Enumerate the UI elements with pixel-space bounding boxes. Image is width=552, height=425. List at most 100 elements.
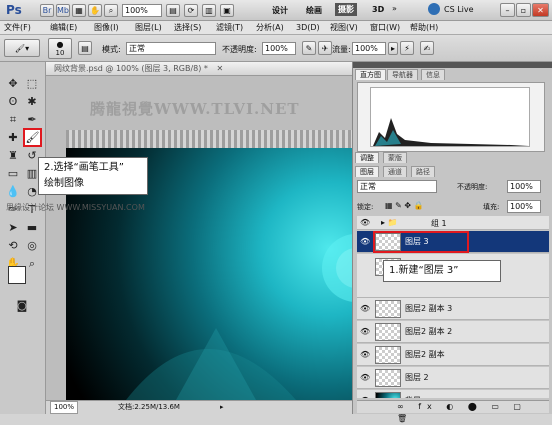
menu-view[interactable]: 视图(V) [330,22,358,34]
screen-mode-button[interactable]: ▣ [220,4,234,17]
flow-arrow-button[interactable]: ▸ [388,42,398,55]
brush-panel-button[interactable]: ▤ [78,41,92,55]
status-menu-arrow-icon[interactable]: ▸ [220,401,224,414]
close-document-icon[interactable]: ✕ [216,64,223,73]
menu-window[interactable]: 窗口(W) [370,22,400,34]
menu-help[interactable]: 帮助(H) [410,22,438,34]
minimize-button[interactable]: – [500,3,515,17]
eye-icon[interactable]: 👁 [360,218,370,227]
foreground-color-swatch[interactable] [8,266,26,284]
menu-select[interactable]: 选择(S) [174,22,201,34]
zoom-tool-button[interactable]: ⌕ [104,4,118,17]
3d-rotate-tool-icon[interactable]: ⟲ [5,238,21,254]
tab-paths[interactable]: 路径 [411,166,435,177]
tab-info[interactable]: 信息 [421,69,445,80]
eraser-tool-icon[interactable]: ▭ [5,166,21,182]
fill-field[interactable]: 100% [507,200,541,213]
cslive-icon[interactable] [428,3,440,15]
watermark-title: 腾龍視覺WWW.TLVI.NET [90,100,300,118]
mode-label: 模式: [102,45,121,54]
tab-layers[interactable]: 图层 [355,166,379,177]
crop-tool-icon[interactable]: ⌗ [5,112,21,128]
tab-channels[interactable]: 通道 [383,166,407,177]
mode-select[interactable]: 正常 [126,42,216,55]
layer-footer-icons[interactable]: ∞ fx ◐ ⬤ ▭ ▢ 🗑 [397,402,527,423]
eye-icon[interactable]: 👁 [360,373,370,382]
layer-row-layer2-copy3[interactable]: 👁 图层2 副本 3 [357,298,549,320]
opacity-field[interactable]: 100% [262,42,296,55]
layer-row-layer2-copy2[interactable]: 👁 图层2 副本 2 [357,321,549,343]
pressure-opacity-button[interactable]: ✎ [302,41,316,55]
layer-thumbnail [375,346,401,364]
blur-tool-icon[interactable]: 💧 [5,184,21,200]
zoom-select[interactable]: 100% [122,4,162,17]
airbrush-button[interactable]: ✈ [318,41,332,55]
eyedropper-tool-icon[interactable]: ✒ [24,112,40,128]
tool-preset-picker[interactable]: 🖌▾ [4,39,40,57]
workspace-design[interactable]: 设计 [272,5,288,16]
menu-filter[interactable]: 滤镜(T) [216,22,243,34]
move-tool-icon[interactable]: ✥ [5,76,21,92]
path-select-tool-icon[interactable]: ➤ [5,220,21,236]
restore-button[interactable]: ▫ [516,3,531,17]
workspace-photo[interactable]: 摄影 [335,3,357,16]
layer-row-layer3[interactable]: 👁 图层 3 [357,231,549,253]
brush-tool-icon[interactable]: 🖌 [23,128,42,147]
cslive-label[interactable]: CS Live [444,5,474,14]
minibridge-button[interactable]: Mb [56,4,70,17]
brush-tip-callout: 2.选择“画笔工具” 绘制图像 [38,157,148,195]
menu-layer[interactable]: 图层(L) [135,22,162,34]
new-layer-callout: 1.新建“图层 3” [383,260,501,282]
menu-edit[interactable]: 编辑(E) [50,22,77,34]
eye-icon[interactable]: 👁 [360,396,370,398]
workspace-3d[interactable]: 3D [372,5,384,14]
healing-tool-icon[interactable]: ✚ [5,130,21,146]
tab-navigator[interactable]: 导航器 [387,69,418,80]
grid-button[interactable]: ▤ [166,4,180,17]
document-tab[interactable]: 网纹背景.psd @ 100% (图层 3, RGB/8) * ✕ [46,62,352,76]
tab-adjustments[interactable]: 调整 [355,152,379,163]
marquee-tool-icon[interactable]: ⬚ [24,76,40,92]
layer-row-layer2[interactable]: 👁 图层 2 [357,367,549,389]
menu-analysis[interactable]: 分析(A) [256,22,284,34]
eye-icon[interactable]: 👁 [360,304,370,313]
status-zoom[interactable]: 100% [50,401,79,414]
layer-row-layer2-copy[interactable]: 👁 图层2 副本 [357,344,549,366]
lock-icons[interactable]: ▦ ✎ ✥ 🔒 [385,201,424,210]
layer-name: 图层2 副本 [405,350,445,359]
tab-histogram[interactable]: 直方图 [355,69,386,80]
zoom-tool-icon[interactable]: ⌕ [24,256,40,272]
blend-mode-select[interactable]: 正常 [357,180,437,193]
quick-select-tool-icon[interactable]: ✱ [24,94,40,110]
menu-3d[interactable]: 3D(D) [296,22,320,34]
tablet-button[interactable]: ✍ [420,41,434,55]
pressure-size-button[interactable]: ⚡ [400,41,414,55]
hand-button[interactable]: ✋ [88,4,102,17]
layer-opacity-field[interactable]: 100% [507,180,541,193]
document-title: 网纹背景.psd @ 100% (图层 3, RGB/8) * [54,64,208,73]
document-window: 网纹背景.psd @ 100% (图层 3, RGB/8) * ✕ 腾龍視覺WW… [6,62,352,414]
eye-icon[interactable]: 👁 [360,350,370,359]
stamp-tool-icon[interactable]: ♜ [5,148,21,164]
rotate-button[interactable]: ⟳ [184,4,198,17]
watermark-sub: 思缘设计论坛 WWW.MISSYUAN.COM [6,203,145,212]
close-button[interactable]: ✕ [532,3,549,17]
menu-file[interactable]: 文件(F) [4,22,31,34]
quick-mask-icon[interactable]: ◙ [14,298,30,314]
tab-masks[interactable]: 蒙版 [383,152,407,163]
lasso-tool-icon[interactable]: ʘ [5,94,21,110]
brush-preset-picker[interactable]: ● 10 [48,38,72,59]
flow-field[interactable]: 100% [352,42,386,55]
layer-row-background[interactable]: 👁 背景 [357,390,549,398]
shape-tool-icon[interactable]: ▬ [24,220,40,236]
eye-icon[interactable]: 👁 [360,327,370,336]
bridge-button[interactable]: Br [40,4,54,17]
extras-button[interactable]: ▦ [72,4,86,17]
3d-orbit-tool-icon[interactable]: ◎ [24,238,40,254]
layer-row-group1[interactable]: 👁 ▸ 📁 组 1 [357,216,549,230]
workspace-paint[interactable]: 绘画 [306,5,322,16]
eye-icon[interactable]: 👁 [360,237,370,246]
arrange-button[interactable]: ▥ [202,4,216,17]
menu-image[interactable]: 图像(I) [94,22,119,34]
workspace-menu-icon[interactable]: » [392,4,397,13]
